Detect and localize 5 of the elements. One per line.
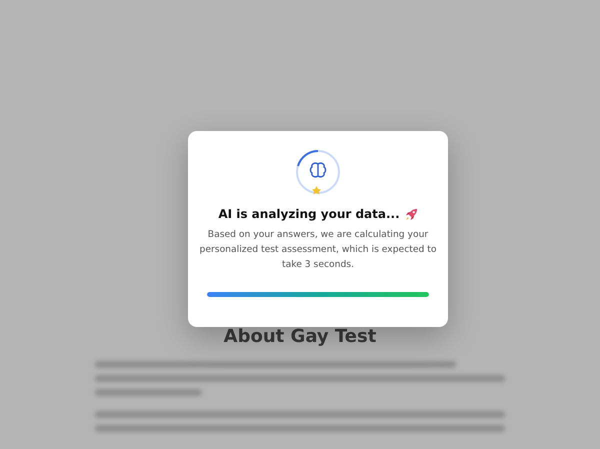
section-heading: About Gay Test [224, 326, 376, 347]
brain-icon [295, 149, 341, 195]
rocket-icon [404, 208, 418, 220]
dialog-title: AI is analyzing your data... [218, 207, 400, 221]
dialog-message: Based on your answers, we are calculating your personalized test assessment, which is expected to take 3 seconds. [199, 228, 437, 272]
